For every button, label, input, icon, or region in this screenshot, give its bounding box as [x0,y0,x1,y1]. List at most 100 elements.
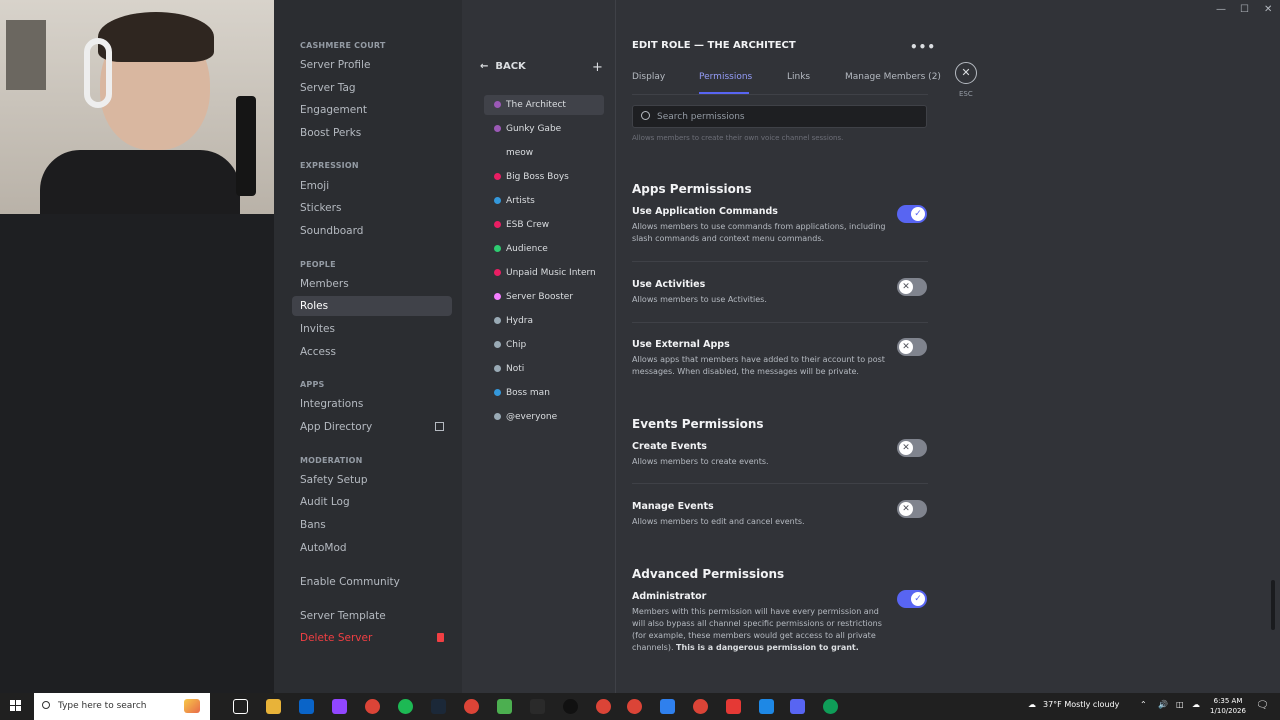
sidebar-item-boost-perks[interactable]: Boost Perks [292,123,452,143]
sidebar-item-delete-server[interactable]: Delete Server [292,628,452,648]
maximize-icon[interactable]: ☐ [1240,4,1249,15]
more-options-icon[interactable]: ••• [910,40,936,54]
sidebar-item-stickers[interactable]: Stickers [292,198,452,218]
sidebar-item-server-template[interactable]: Server Template [292,606,452,626]
clock[interactable]: 6:35 AM 1/10/2026 [1208,696,1248,716]
discord-icon[interactable] [790,699,805,714]
app-icon[interactable] [563,699,578,714]
role-color-dot [494,269,501,276]
sidebar-item-safety-setup[interactable]: Safety Setup [292,470,452,490]
toggle-create-events[interactable]: ✕ [897,439,927,457]
role-name: ESB Crew [506,220,550,230]
sidebar-item-server-profile[interactable]: Server Profile [292,55,452,75]
role-item[interactable]: ESB Crew [484,215,604,235]
check-icon: ✓ [911,592,925,606]
toggle-use-application-commands[interactable]: ✓ [897,205,927,223]
role-item[interactable]: Boss man [484,383,604,403]
toggle-administrator[interactable]: ✓ [897,590,927,608]
tab-permissions[interactable]: Permissions [699,72,752,82]
role-color-dot [494,125,501,132]
minimize-icon[interactable]: — [1216,4,1226,15]
role-color-dot [494,245,501,252]
sidebar-item-audit-log[interactable]: Audit Log [292,492,452,512]
microphone-icon[interactable] [759,699,774,714]
search-permissions-input[interactable] [657,108,917,125]
taskbar: Type here to search ☁ 37°F Mostly cloudy… [0,693,1280,720]
sidebar-item-integrations[interactable]: Integrations [292,394,452,414]
sidebar-item-bans[interactable]: Bans [292,515,452,535]
perm-name-manage-events: Manage Events [632,501,714,512]
role-item[interactable]: Audience [484,239,604,259]
tray-chevron-icon[interactable]: ⌃ [1140,700,1147,709]
sidebar-item-emoji[interactable]: Emoji [292,176,452,196]
sidebar-item-soundboard[interactable]: Soundboard [292,221,452,241]
chrome-profile-icon[interactable] [464,699,479,714]
search-icon [641,111,650,120]
sidebar-item-access[interactable]: Access [292,342,452,362]
search-highlight-icon[interactable] [184,699,200,713]
spotify-icon[interactable] [398,699,413,714]
app-icon[interactable] [726,699,741,714]
role-item[interactable]: Hydra [484,311,604,331]
tab-display[interactable]: Display [632,72,665,82]
sidebar-item-automod[interactable]: AutoMod [292,538,452,558]
weather-text[interactable]: 37°F Mostly cloudy [1043,700,1119,709]
role-item[interactable]: meow [484,143,604,163]
tab-links[interactable]: Links [787,72,810,82]
scrollbar[interactable] [1271,580,1275,630]
outlook-icon[interactable] [299,699,314,714]
task-view-icon[interactable] [233,699,248,714]
tab-manage-members[interactable]: Manage Members (2) [845,72,941,82]
sidebar-moderation-header: MODERATION [300,456,363,465]
cloud-icon[interactable]: ☁ [1192,700,1200,709]
sidebar-item-roles[interactable]: Roles [292,296,452,316]
back-button[interactable]: ← BACK [480,61,526,72]
twitch-icon[interactable] [332,699,347,714]
role-color-dot [494,317,501,324]
sidebar-item-app-directory[interactable]: App Directory [292,417,452,437]
sidebar-item-enable-community[interactable]: Enable Community [292,572,452,592]
sidebar-apps-header: APPS [300,380,325,389]
add-role-button[interactable]: + [592,60,603,75]
role-item[interactable]: Unpaid Music Intern [484,263,604,283]
role-item[interactable]: Gunky Gabe [484,119,604,139]
chrome-profile-icon[interactable] [693,699,708,714]
chrome-profile-icon[interactable] [627,699,642,714]
file-explorer-icon[interactable] [266,699,281,714]
sidebar-item-invites[interactable]: Invites [292,319,452,339]
app-icon[interactable] [497,699,512,714]
close-button[interactable]: ✕ [955,62,977,84]
role-item[interactable]: Noti [484,359,604,379]
role-name: Big Boss Boys [506,172,569,182]
toggle-manage-events[interactable]: ✕ [897,500,927,518]
steam-icon[interactable] [431,699,446,714]
sidebar-item-server-tag[interactable]: Server Tag [292,78,452,98]
divider [632,322,928,323]
volume-icon[interactable]: 🔊 [1158,700,1168,709]
role-item[interactable]: Artists [484,191,604,211]
role-item[interactable]: @everyone [484,407,604,427]
perm-name-administrator: Administrator [632,591,707,602]
role-item[interactable]: Big Boss Boys [484,167,604,187]
perm-desc-create-events: Allows members to create events. [632,457,769,466]
sidebar-item-engagement[interactable]: Engagement [292,100,452,120]
app-icon[interactable] [660,699,675,714]
edge-icon[interactable] [823,699,838,714]
toggle-use-activities[interactable]: ✕ [897,278,927,296]
sidebar-item-members[interactable]: Members [292,274,452,294]
role-item[interactable]: The Architect [484,95,604,115]
windows-start-icon[interactable] [10,700,22,712]
toggle-use-external-apps[interactable]: ✕ [897,338,927,356]
search-permissions-field[interactable] [632,105,927,128]
divider [632,483,928,484]
left-empty-area [0,214,274,693]
role-item[interactable]: Chip [484,335,604,355]
window-close-icon[interactable]: ✕ [1264,4,1272,15]
epic-games-icon[interactable] [530,699,545,714]
role-item[interactable]: Server Booster [484,287,604,307]
network-icon[interactable]: ◫ [1176,700,1184,709]
notification-icon[interactable]: 🗨 [1256,700,1269,711]
chrome-profile-icon[interactable] [596,699,611,714]
chrome-icon[interactable] [365,699,380,714]
trash-icon [437,633,444,642]
